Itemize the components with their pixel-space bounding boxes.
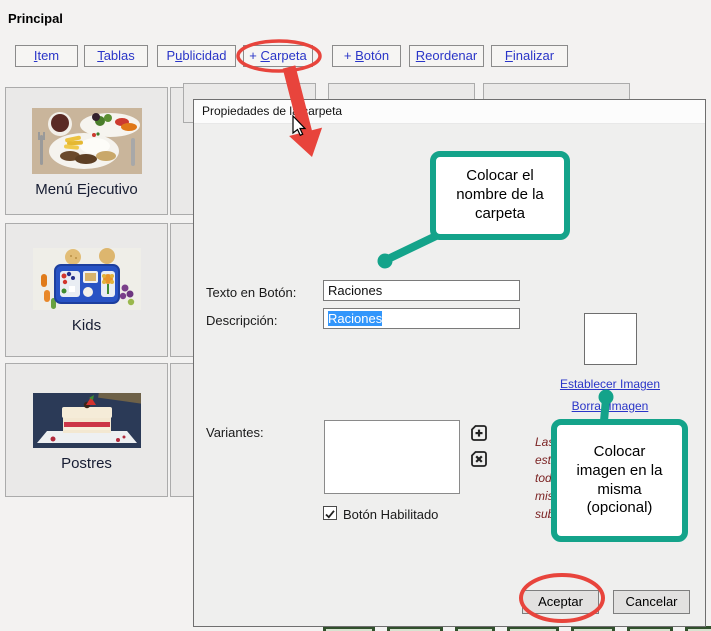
remove-variant-icon[interactable] xyxy=(470,450,488,468)
borrar-imagen-link[interactable]: Borrar Imagen xyxy=(546,399,674,413)
callout-folder-name: Colocar el nombre de la carpeta xyxy=(430,151,570,240)
toolbar-button-add-boton[interactable]: + Botón xyxy=(332,45,401,67)
add-variant-icon[interactable] xyxy=(470,424,488,442)
callout-folder-image: Colocar imagen en la misma (opcional) xyxy=(551,419,688,542)
label-part: P xyxy=(167,48,176,63)
app-window: Principal Item Tablas Publicidad + Carpe… xyxy=(0,0,711,631)
label-part: F xyxy=(505,48,513,63)
descripcion-label: Descripción: xyxy=(206,313,278,328)
toolbar-button-reordenar[interactable]: Reordenar xyxy=(409,45,484,67)
tile-label: Postres xyxy=(61,455,112,472)
folder-image-preview xyxy=(584,313,637,365)
aceptar-button[interactable]: Aceptar xyxy=(522,590,599,614)
page-title: Principal xyxy=(8,11,63,26)
establecer-imagen-link[interactable]: Establecer Imagen xyxy=(546,377,674,391)
label-part: blicidad xyxy=(182,48,226,63)
toolbar-button-tablas[interactable]: Tablas xyxy=(84,45,148,67)
boton-habilitado-checkbox[interactable] xyxy=(323,506,337,520)
cancelar-button[interactable]: Cancelar xyxy=(613,590,690,614)
label-part: tem xyxy=(37,48,59,63)
toolbar-button-add-carpeta[interactable]: + Carpeta xyxy=(243,45,313,67)
hidden-tile-column xyxy=(170,223,194,357)
toolbar-button-finalizar[interactable]: Finalizar xyxy=(491,45,568,67)
menu-ejecutivo-photo xyxy=(32,108,142,174)
input-value: Raciones xyxy=(328,283,382,298)
selected-text: Raciones xyxy=(328,311,382,326)
descripcion-input[interactable]: Raciones xyxy=(323,308,520,329)
label-part: arpeta xyxy=(270,48,307,63)
dialog-title: Propiedades de la carpeta xyxy=(194,100,705,124)
checkmark-icon xyxy=(324,508,336,520)
label-part: B xyxy=(355,48,364,63)
tile-label: Menú Ejecutivo xyxy=(35,181,138,198)
label-part: eordenar xyxy=(425,48,477,63)
variantes-label: Variantes: xyxy=(206,425,264,440)
label-part: C xyxy=(260,48,269,63)
texto-en-boton-input[interactable]: Raciones xyxy=(323,280,520,301)
menu-tile-menu-ejecutivo[interactable]: Menú Ejecutivo xyxy=(5,87,168,215)
menu-tile-postres[interactable]: Postres xyxy=(5,363,168,497)
toolbar-button-publicidad[interactable]: Publicidad xyxy=(157,45,236,67)
variantes-listbox[interactable] xyxy=(324,420,460,494)
texto-en-boton-label: Texto en Botón: xyxy=(206,285,296,300)
label-part: ablas xyxy=(104,48,135,63)
label-part: inalizar xyxy=(513,48,554,63)
kids-lunchbox-photo xyxy=(33,248,141,310)
toolbar-button-item[interactable]: Item xyxy=(15,45,78,67)
tile-label: Kids xyxy=(72,317,101,334)
label-part: + xyxy=(249,48,260,63)
label-part: R xyxy=(416,48,425,63)
boton-habilitado-label: Botón Habilitado xyxy=(343,507,438,522)
hidden-tile-column xyxy=(170,363,194,497)
label-part: otón xyxy=(364,48,389,63)
menu-tile-kids[interactable]: Kids xyxy=(5,223,168,357)
label-part: + xyxy=(344,48,355,63)
postres-cake-photo xyxy=(33,393,141,448)
